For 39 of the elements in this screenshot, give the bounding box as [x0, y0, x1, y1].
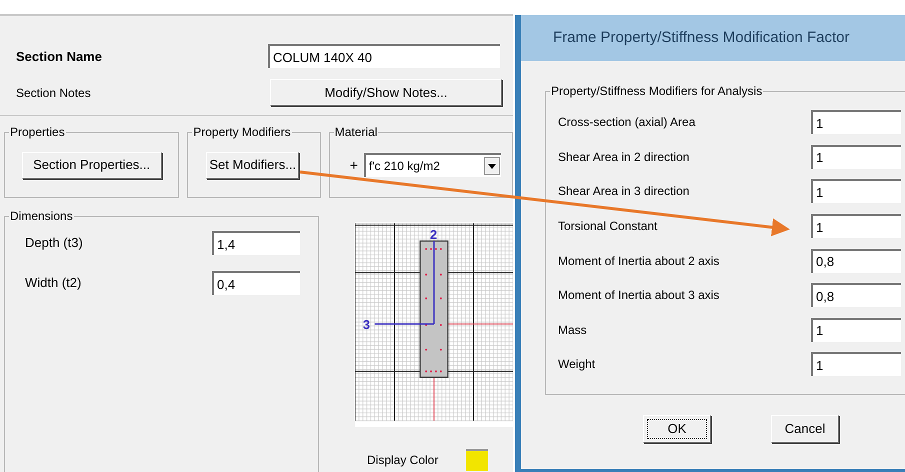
- dialog-button[interactable]: OK: [643, 415, 711, 443]
- color-swatch[interactable]: [466, 449, 488, 471]
- section-name-field[interactable]: COLUM 140X 40: [268, 44, 500, 68]
- axis-label: 3: [362, 316, 370, 332]
- field-label: Width (t2): [25, 274, 82, 292]
- modifier-field[interactable]: 1: [811, 318, 901, 342]
- field-label: Mass: [558, 322, 587, 339]
- modifier-field[interactable]: 1: [811, 352, 901, 376]
- dimension-field[interactable]: 0,4: [212, 271, 300, 295]
- dropdown-icon: [484, 157, 500, 175]
- material-select[interactable]: f'c 210 kg/m2: [364, 153, 501, 177]
- field-label: Cross-section (axial) Area: [558, 114, 696, 132]
- field-label: Shear Area in 2 direction: [558, 148, 690, 166]
- modifier-field[interactable]: 1: [811, 214, 901, 238]
- dimension-field[interactable]: 1,4: [212, 231, 300, 255]
- add-material-button[interactable]: +: [350, 158, 358, 172]
- modifier-field[interactable]: 0,8: [811, 248, 901, 273]
- field-label: Torsional Constant: [558, 218, 658, 236]
- notes-button[interactable]: Modify/Show Notes...: [270, 79, 502, 106]
- section-properties-button[interactable]: Section Properties...: [22, 152, 162, 178]
- modifier-field[interactable]: 0,8: [811, 283, 901, 308]
- field-label: Moment of Inertia about 2 axis: [558, 252, 720, 270]
- field-label: Moment of Inertia about 3 axis: [558, 287, 720, 304]
- dialog-button[interactable]: Cancel: [771, 415, 839, 443]
- field-label: Depth (t3): [25, 234, 84, 252]
- axis-label: 2: [430, 227, 438, 242]
- group-title: Property Modifiers: [192, 124, 292, 140]
- dialog-title: Frame Property/Stiffness Modification Factor: [553, 28, 850, 48]
- field-label: Section Name: [16, 48, 103, 66]
- field-label: Shear Area in 3 direction: [558, 183, 690, 200]
- field-label: Weight: [558, 356, 596, 374]
- group-title: Properties: [9, 124, 66, 140]
- modifier-field[interactable]: 1: [811, 144, 901, 169]
- group-title: Property/Stiffness Modifiers for Analysis: [550, 83, 764, 99]
- field-label: Section Notes: [16, 84, 92, 102]
- modifier-field[interactable]: 1: [811, 110, 901, 134]
- field-label: Display Color: [367, 452, 438, 469]
- set-modifiers-button[interactable]: Set Modifiers...: [206, 152, 300, 178]
- modifier-field[interactable]: 1: [811, 179, 901, 204]
